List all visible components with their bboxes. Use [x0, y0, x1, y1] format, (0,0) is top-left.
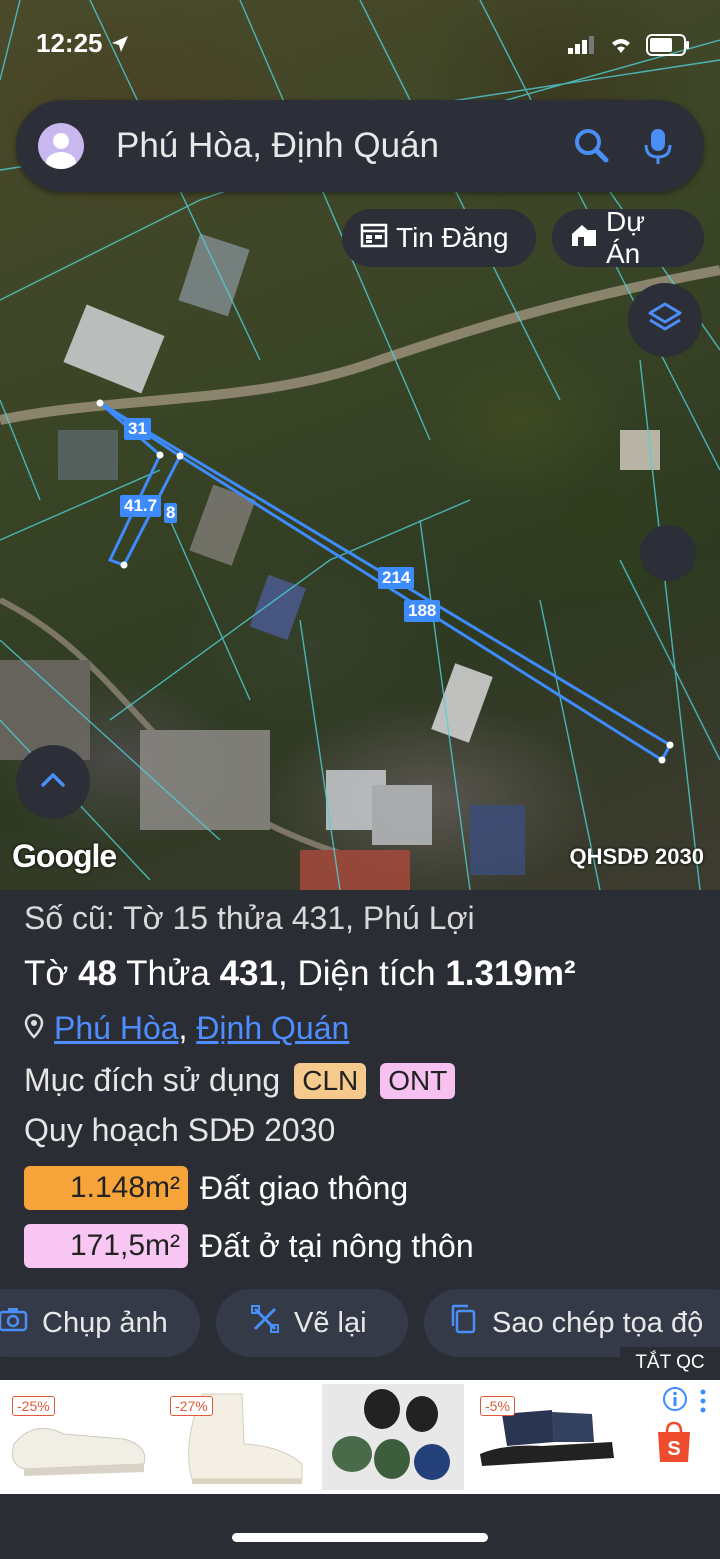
search-icon[interactable]: [572, 126, 612, 166]
svg-text:S: S: [667, 1438, 680, 1460]
listings-label: Tin Đăng: [396, 222, 509, 253]
edge-label: 214: [378, 567, 415, 589]
locate-button[interactable]: [640, 525, 696, 581]
discount-badge: -27%: [170, 1396, 213, 1416]
edge-label: 8: [164, 503, 178, 523]
land-use-purpose: Mục đích sử dụng CLN ONT: [24, 1062, 456, 1099]
zone-area-badge: 1.148m²: [24, 1166, 188, 1210]
zone-area-badge: 171,5m²: [24, 1224, 188, 1268]
hide-ads-button[interactable]: TẮT QC: [620, 1347, 720, 1379]
plan-title: Quy hoạch SDĐ 2030: [24, 1112, 336, 1148]
parcel-location: Phú Hòa, Định Quán: [24, 1010, 349, 1047]
parcel-summary: Tờ 48 Thửa 431, Diện tích 1.319m²: [24, 954, 576, 993]
discount-badge: -5%: [480, 1396, 515, 1416]
purpose-tag-ont: ONT: [380, 1062, 456, 1099]
wifi-icon: [608, 35, 634, 60]
district-link[interactable]: Định Quán: [196, 1010, 349, 1046]
edge-label: 188: [404, 600, 441, 622]
layer-name: QHSDĐ 2030: [569, 844, 704, 869]
google-logo: Google: [12, 838, 117, 874]
shopee-logo-icon: S: [654, 1420, 694, 1469]
listings-chip[interactable]: Tin Đăng: [342, 209, 536, 267]
search-bar[interactable]: Phú Hòa, Định Quán: [16, 100, 704, 192]
take-photo-button[interactable]: Chụp ảnh: [0, 1289, 200, 1357]
ad-banner[interactable]: -25% -27% -5% S: [0, 1380, 720, 1494]
location-pin-icon: [24, 1010, 44, 1047]
redraw-button[interactable]: Vẽ lại: [216, 1289, 408, 1357]
zone-name: Đất giao thông: [200, 1169, 409, 1206]
edge-label: 31: [124, 418, 151, 440]
copy-coordinates-label: Sao chép tọa độ: [492, 1306, 704, 1339]
discount-badge: -25%: [12, 1396, 55, 1416]
zone-row: 1.148m² Đất giao thông: [24, 1166, 408, 1210]
ad-info-icon[interactable]: [662, 1386, 688, 1417]
ad-product[interactable]: [322, 1384, 472, 1490]
battery-icon: [646, 34, 690, 61]
avatar[interactable]: [38, 123, 84, 169]
ad-more-icon[interactable]: [698, 1388, 708, 1419]
copy-icon: [448, 1303, 478, 1343]
status-bar: 12:25: [0, 0, 720, 90]
zone-row: 171,5m² Đất ở tại nông thôn: [24, 1224, 474, 1268]
signal-icon: [568, 36, 596, 59]
purpose-tag-cln: CLN: [294, 1062, 367, 1099]
edge-label: 41.7: [120, 495, 162, 517]
zone-name: Đất ở tại nông thôn: [200, 1227, 474, 1264]
location-arrow-icon: [110, 28, 130, 58]
layers-button[interactable]: [628, 283, 702, 357]
redraw-label: Vẽ lại: [294, 1306, 367, 1339]
chevron-up-icon: [40, 771, 66, 794]
take-photo-label: Chụp ảnh: [42, 1306, 168, 1339]
ad-product[interactable]: -25%: [4, 1384, 154, 1490]
projects-chip[interactable]: Dự Án: [552, 206, 704, 269]
expand-panel-button[interactable]: [16, 745, 90, 819]
ad-product[interactable]: -5%: [472, 1384, 622, 1490]
calendar-icon: [360, 222, 388, 255]
home-indicator[interactable]: [232, 1533, 488, 1542]
old-parcel-info: Số cũ: Tờ 15 thửa 431, Phú Lợi: [24, 900, 475, 936]
camera-icon: [0, 1305, 28, 1341]
building-icon: [570, 222, 598, 255]
status-time: 12:25: [36, 28, 130, 59]
ad-product[interactable]: -27%: [162, 1384, 312, 1490]
projects-label: Dự Án: [606, 206, 645, 269]
microphone-icon[interactable]: [638, 126, 678, 166]
tools-icon: [250, 1304, 280, 1342]
ward-link[interactable]: Phú Hòa: [54, 1010, 179, 1046]
layers-icon: [647, 300, 683, 341]
search-input[interactable]: Phú Hòa, Định Quán: [116, 126, 572, 166]
